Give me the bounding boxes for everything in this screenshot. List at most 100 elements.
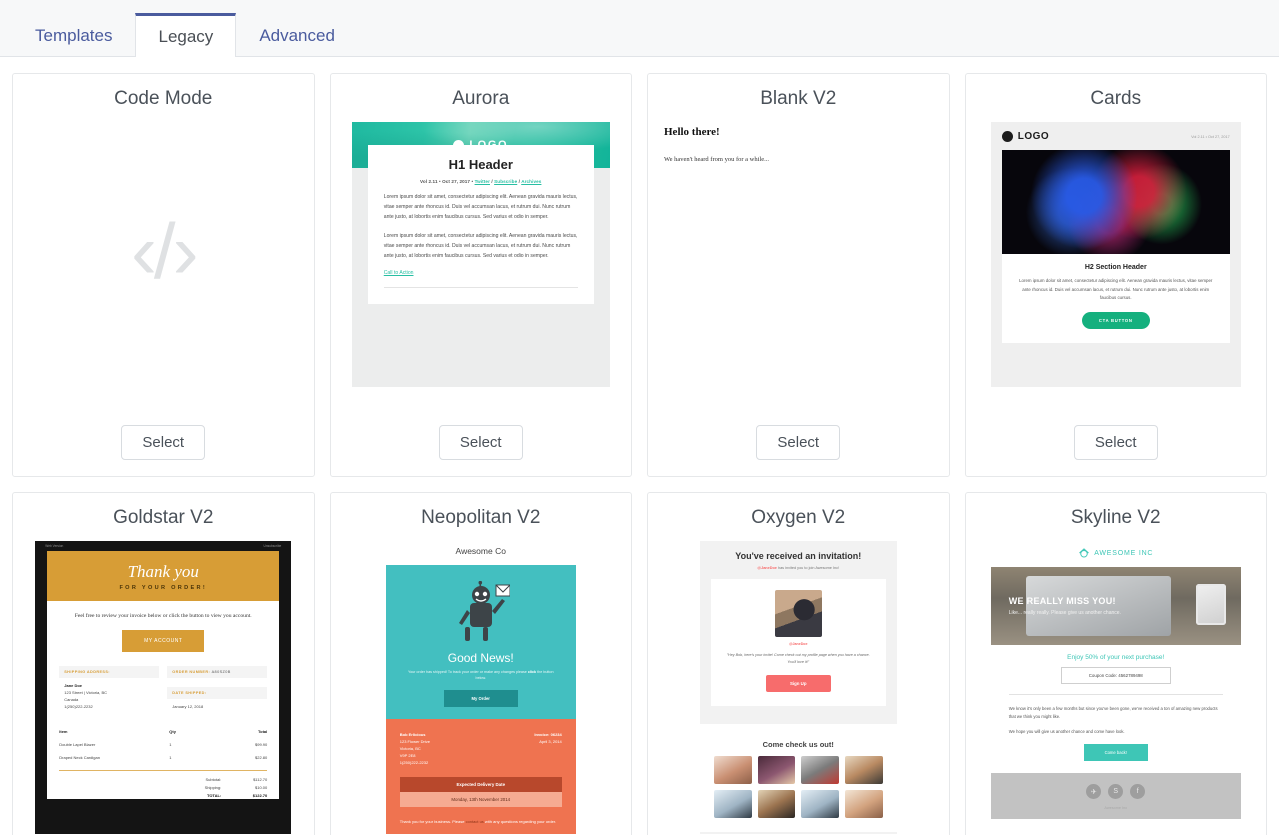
tab-advanced[interactable]: Advanced	[236, 13, 358, 57]
subtotal-row: Subtotal: $112.70	[59, 775, 267, 783]
blank-heading: Hello there!	[664, 126, 720, 138]
select-button[interactable]: Select	[756, 425, 841, 460]
tab-templates[interactable]: Templates	[12, 13, 135, 57]
template-card-oxygen-v2[interactable]: Oxygen V2 You've received an invitation!…	[647, 492, 950, 835]
template-card-code-mode[interactable]: Code Mode ‹/› Select	[12, 73, 315, 477]
good-news-heading: Good News!	[447, 651, 514, 665]
order-meta-block: ORDER NUMBER: A80SZ0B DATE SHIPPED: Janu…	[167, 666, 268, 711]
order-number-value: A80SZ0B	[211, 670, 231, 675]
contact-us-link[interactable]: contact us	[466, 819, 484, 824]
blank-preview: Hello there! We haven't heard from you f…	[658, 122, 939, 387]
item-name: Double Lapel Blazer	[59, 742, 96, 748]
template-thumbnail: AWESOME INC WE REALLY MISS YOU! Like... …	[976, 541, 1257, 835]
gallery-photo	[713, 756, 752, 785]
total-row: TOTAL: $122.70	[59, 791, 267, 799]
robot-icon	[386, 579, 576, 645]
item-total: $22.80	[255, 755, 268, 761]
social-links: ✈ S f	[991, 784, 1241, 800]
skyline-footer: ✈ S f Awesome Inc	[990, 773, 1241, 820]
template-tabs: Templates Legacy Advanced	[0, 0, 1279, 57]
hero-sub: Like... really really. Please give us an…	[1008, 609, 1121, 616]
divider	[1008, 694, 1223, 695]
template-thumbnail: LOGO Vol 2.11 • Oct 27, 2017 H2 Section …	[976, 122, 1257, 411]
gallery-photo	[757, 756, 796, 785]
cards-paragraph: Lorem ipsum dolor sit amet, consectetur …	[1019, 278, 1213, 301]
col-total: Total	[257, 729, 268, 735]
select-row: Select	[121, 411, 206, 476]
gallery-photo	[845, 790, 883, 819]
sub-b: make any changes please	[484, 670, 528, 674]
coupon-code: Coupon Code: 4562789498	[1060, 667, 1171, 684]
card-title: Code Mode	[114, 88, 213, 109]
shipping-name: Jane Doe	[64, 683, 83, 689]
template-thumbnail: LOGO H1 Header Vol 2.11 • Oct 27, 2017 •…	[341, 122, 622, 411]
neopolitan-footer: Thank you for your business. Please cont…	[400, 818, 562, 825]
twitter-icon[interactable]: ✈	[1086, 784, 1102, 800]
goldstar-topbar: Web Version Unsubscribe	[35, 541, 291, 551]
shipping-line3: 1(250)222-2232	[64, 703, 93, 709]
gallery-photo	[801, 790, 839, 819]
card-title: Aurora	[452, 88, 510, 109]
aurora-link-archives[interactable]: Archives	[521, 179, 541, 184]
cards-date: Vol 2.11 • Oct 27, 2017	[1191, 134, 1230, 139]
cards-hero-image	[1001, 150, 1230, 254]
invitation-sub: @JaneDoe has invited you to join Awesome…	[700, 566, 897, 579]
template-card-cards[interactable]: Cards LOGO Vol 2.11 • Oct 27, 2017 H2 Se…	[964, 73, 1267, 477]
facebook-icon[interactable]: f	[1130, 784, 1146, 800]
divider	[59, 770, 268, 772]
template-card-neopolitan-v2[interactable]: Neopolitan V2 Awesome Co Good News! Your…	[329, 492, 632, 835]
aurora-cta-link[interactable]: Call to Action	[384, 270, 414, 276]
thank-you-title: Thank you	[127, 562, 199, 581]
unsubscribe-link[interactable]: Unsubscribe	[264, 544, 282, 548]
my-order-button[interactable]: My Order	[443, 689, 518, 707]
aurora-link-subscribe[interactable]: Subscribe	[494, 179, 517, 184]
card-title: Neopolitan V2	[421, 507, 541, 528]
code-icon: ‹/›	[130, 206, 199, 295]
select-button[interactable]: Select	[1073, 425, 1158, 460]
invitation-card: @JaneDoe "Hey Bob, here's your invite! C…	[710, 579, 886, 707]
house-icon	[1079, 548, 1090, 558]
subtotal-label: Subtotal:	[205, 776, 222, 782]
skyline-paragraph: We know it's only been a few months but …	[1008, 706, 1218, 719]
cards-cta-button[interactable]: CTA BUTTON	[1081, 311, 1150, 329]
web-version-link[interactable]: Web Version	[45, 544, 63, 548]
address-phone: 1(250)222-2232	[399, 759, 429, 765]
template-thumbnail: Awesome Co Good News! Your order has shi…	[341, 541, 622, 835]
table-row: Double Lapel Blazer 1 $99.90	[59, 738, 267, 751]
neopolitan-sub: Your order has shipped! To track your or…	[386, 665, 576, 682]
divider	[383, 286, 578, 288]
template-card-blank-v2[interactable]: Blank V2 Hello there! We haven't heard f…	[647, 73, 950, 477]
item-name: Draped Neck Cardigan	[59, 755, 100, 761]
aurora-meta: Vol 2.11 • Oct 27, 2017 • Twitter / Subs…	[384, 179, 578, 184]
aurora-link-twitter[interactable]: Twitter	[475, 179, 490, 184]
come-back-button[interactable]: Come back!	[1083, 744, 1148, 762]
detail-row: 1(250)222-2232	[400, 759, 562, 766]
logo-text: AWESOME INC	[1094, 549, 1154, 557]
footer-text: Awesome Inc	[1104, 806, 1128, 811]
tab-legacy[interactable]: Legacy	[135, 13, 237, 57]
skyline-preview: AWESOME INC WE REALLY MISS YOU! Like... …	[990, 541, 1241, 834]
footer-b: with any questions regarding your order.	[483, 818, 557, 824]
goldstar-header: Thank you FOR YOUR ORDER!	[47, 551, 280, 601]
select-row: Select	[756, 411, 841, 476]
cards-panel: H2 Section Header Lorem ipsum dolor sit …	[1001, 254, 1230, 343]
select-button[interactable]: Select	[121, 425, 206, 460]
card-title: Oxygen V2	[751, 507, 846, 528]
aurora-meta-date: Vol 2.11 • Oct 27, 2017 •	[420, 179, 475, 184]
sub-link[interactable]: click	[528, 670, 536, 674]
template-thumbnail: ‹/›	[23, 122, 304, 411]
gallery-photo	[713, 790, 752, 819]
address-line2: Victoria, BC	[399, 745, 421, 751]
template-card-aurora[interactable]: Aurora LOGO H1 Header Vol 2.11 • Oct 27,…	[329, 73, 632, 477]
sub-rest: has invited you to join Awesome Inc!	[776, 566, 840, 570]
shop-icon[interactable]: S	[1108, 784, 1124, 800]
cards-h2: H2 Section Header	[1084, 264, 1147, 271]
col-item: Item	[59, 729, 68, 735]
template-card-skyline-v2[interactable]: Skyline V2 AWESOME INC WE REALLY MISS YO…	[964, 492, 1267, 835]
my-account-button[interactable]: MY ACCOUNT	[122, 630, 205, 653]
template-card-goldstar-v2[interactable]: Goldstar V2 Web Version Unsubscribe Than…	[12, 492, 315, 835]
sign-up-button[interactable]: Sign Up	[765, 675, 831, 693]
shipping-line1: 123 Street | Victoria, BC	[64, 690, 108, 696]
item-qty: 1	[169, 742, 172, 748]
select-button[interactable]: Select	[438, 425, 523, 460]
